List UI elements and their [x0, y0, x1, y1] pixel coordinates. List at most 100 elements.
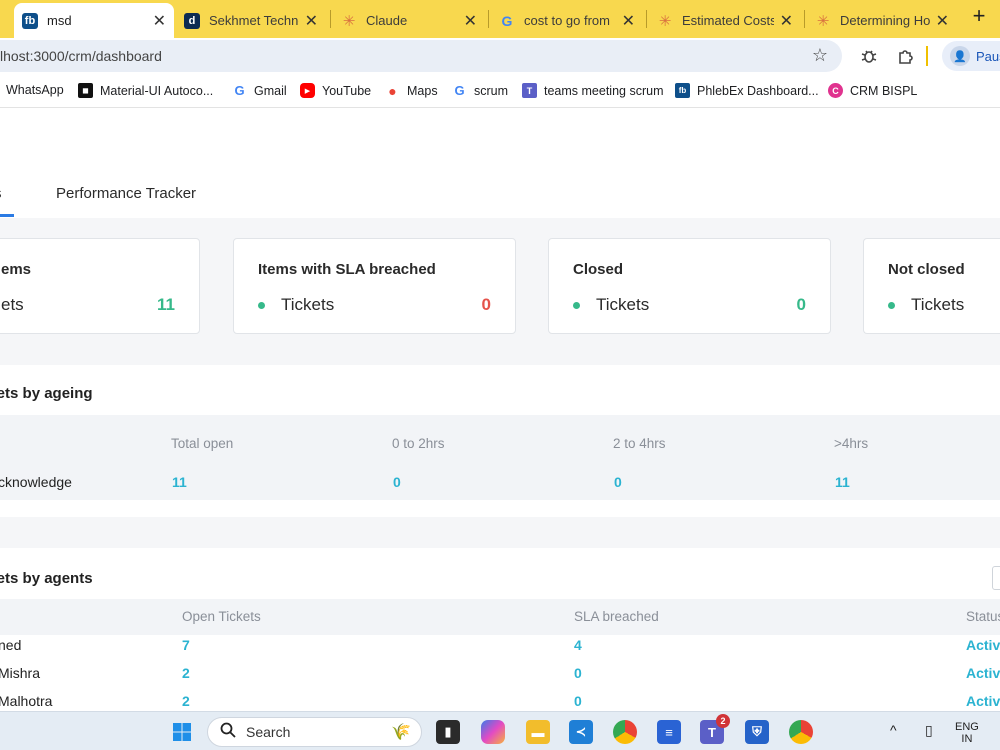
copilot-icon[interactable] [481, 720, 505, 744]
taskbar-search[interactable]: Search 🌾 [207, 717, 422, 747]
browser-tab-title: cost to go from [524, 13, 610, 28]
agent-status[interactable]: Activ [966, 665, 1000, 681]
card-value: 11 [157, 295, 175, 314]
status-dot-icon [573, 301, 580, 309]
teams-icon[interactable]: T 2 [700, 714, 730, 744]
dashboard-header: rd s Performance Tracker [0, 108, 1000, 218]
agent-open-tickets[interactable]: 2 [182, 693, 190, 709]
card-title: ems [1, 261, 32, 278]
ageing-table: Total open 0 to 2hrs 2 to 4hrs >4hrs ckn… [0, 415, 1000, 500]
summary-card-not-closed[interactable]: Not closed Tickets [863, 238, 1000, 334]
agent-status[interactable]: Activ [966, 693, 1000, 709]
summary-card-closed[interactable]: Closed Tickets 0 [548, 238, 831, 334]
close-icon[interactable]: ✕ [780, 11, 793, 31]
ageing-value[interactable]: 0 [614, 474, 622, 490]
windows-taskbar: Search 🌾 ▮ ▬ ≺ ≡ T 2 ⛨ ^ ▯ ENG IN [0, 711, 1000, 750]
agents-table-header: Open Tickets SLA breached Status [0, 599, 1000, 635]
bookmark-label: teams meeting scrum [544, 83, 664, 98]
tab-performance-tracker[interactable]: Performance Tracker [56, 185, 196, 202]
extensions-puzzle-icon[interactable] [894, 44, 918, 68]
windows-start-icon[interactable] [170, 720, 194, 744]
language-indicator[interactable]: ENG IN [955, 721, 979, 745]
agent-name: ned [0, 637, 22, 653]
notepad-icon[interactable]: ≡ [657, 720, 681, 744]
task-view-icon[interactable]: ▮ [436, 720, 460, 744]
browser-tab-title: Claude [366, 13, 408, 28]
claude-icon: ✳ [816, 12, 830, 30]
battery-icon[interactable]: ▯ [925, 722, 933, 739]
bookmark-star-icon[interactable]: ☆ [812, 45, 828, 66]
bookmark-maps[interactable]: ● Maps [385, 82, 437, 99]
card-row: Tickets 0 [258, 295, 491, 315]
browser-tab-estimated-costs[interactable]: ✳ Estimated Costs ✕ [649, 3, 801, 38]
card-title: Closed [573, 261, 624, 278]
bookmark-whatsapp[interactable]: WhatsApp [6, 83, 64, 97]
tab-overview[interactable]: s [0, 185, 2, 202]
ageing-value[interactable]: 0 [393, 474, 401, 490]
section-title: ckets by ageing [0, 385, 93, 402]
browser-tab-title: Sekhmet Techno [209, 13, 299, 28]
agent-open-tickets[interactable]: 2 [182, 665, 190, 681]
close-icon[interactable]: ✕ [153, 11, 166, 31]
maps-icon: ● [388, 82, 397, 99]
new-tab-button[interactable]: + [966, 4, 992, 30]
chevron-up-icon[interactable]: ^ [890, 722, 897, 738]
browser-tab-cost[interactable]: G cost to go from ✕ [491, 3, 643, 38]
browser-tab-determining[interactable]: ✳ Determining Ho ✕ [807, 3, 957, 38]
browser-tab-claude[interactable]: ✳ Claude ✕ [333, 3, 485, 38]
avatar: 👤 [950, 46, 970, 66]
browser-tab-strip: fb msd ✕ d Sekhmet Techno ✕ ✳ Claude ✕ G… [0, 0, 1000, 38]
profile-button[interactable]: 👤 Paus [942, 41, 1000, 71]
column-header: SLA breached [574, 609, 659, 624]
card-row-label: Tickets [596, 295, 650, 314]
card-row: Tickets 0 [573, 295, 806, 315]
summary-card-sla-breached[interactable]: Items with SLA breached Tickets 0 [233, 238, 516, 334]
bookmark-label: PhlebEx Dashboard... [697, 83, 819, 98]
bookmark-material-ui[interactable]: ◼ Material-UI Autoco... [78, 83, 213, 98]
bookmark-label: Material-UI Autoco... [100, 83, 214, 98]
phlebex-icon: fb [22, 12, 38, 29]
close-icon[interactable]: ✕ [305, 11, 318, 31]
bookmark-youtube[interactable]: ▶ YouTube [300, 83, 371, 98]
bookmark-phlebex[interactable]: fb PhlebEx Dashboard... [675, 83, 819, 98]
browser-toolbar: lhost:3000/crm/dashboard ☆ 👤 Paus [0, 38, 1000, 74]
browser-tab-sekhmet[interactable]: d Sekhmet Techno ✕ [176, 3, 326, 38]
chrome-profile-icon[interactable] [789, 720, 813, 744]
close-icon[interactable]: ✕ [936, 11, 949, 31]
agents-section: ckets by agents Open Tickets SLA breache… [0, 548, 1000, 711]
summary-card-items[interactable]: ems ets 11 [0, 238, 200, 334]
chrome-icon[interactable] [613, 720, 637, 744]
bookmark-label: YouTube [322, 83, 372, 98]
vscode-icon[interactable]: ≺ [569, 720, 593, 744]
security-shield-icon[interactable]: ⛨ [745, 720, 769, 744]
section-title: ckets by agents [0, 570, 93, 587]
table-row-label: cknowledge [0, 474, 72, 490]
extension-bug-icon[interactable] [857, 44, 881, 68]
status-dot-icon [888, 301, 895, 309]
browser-tab-msd[interactable]: fb msd ✕ [14, 3, 174, 38]
column-header: Status [966, 609, 1000, 624]
card-title: Items with SLA breached [258, 261, 436, 278]
column-header: >4hrs [834, 436, 869, 451]
bookmark-scrum[interactable]: G scrum [452, 83, 508, 98]
close-icon[interactable]: ✕ [464, 11, 477, 31]
agent-sla-breached[interactable]: 0 [574, 665, 582, 681]
search-highlight-icon: 🌾 [391, 724, 411, 741]
bookmark-crm-bispl[interactable]: C CRM BISPL [828, 83, 917, 98]
bookmark-gmail[interactable]: G Gmail [232, 83, 286, 98]
ageing-value[interactable]: 11 [172, 474, 187, 490]
card-row: ets 11 [1, 295, 175, 315]
file-explorer-icon[interactable]: ▬ [526, 720, 550, 744]
address-bar-url[interactable]: lhost:3000/crm/dashboard [0, 48, 162, 64]
agent-status[interactable]: Activ [966, 637, 1000, 653]
close-icon[interactable]: ✕ [622, 11, 635, 31]
column-header: Open Tickets [182, 609, 261, 624]
address-bar[interactable]: lhost:3000/crm/dashboard ☆ [0, 40, 842, 72]
agent-open-tickets[interactable]: 7 [182, 637, 190, 653]
agent-sla-breached[interactable]: 4 [574, 637, 582, 653]
agent-sla-breached[interactable]: 0 [574, 693, 582, 709]
ageing-value[interactable]: 11 [835, 474, 850, 490]
claude-icon: ✳ [342, 12, 356, 30]
bookmark-teams-meeting[interactable]: T teams meeting scrum [522, 83, 663, 98]
agents-filter-button[interactable] [992, 566, 1000, 590]
